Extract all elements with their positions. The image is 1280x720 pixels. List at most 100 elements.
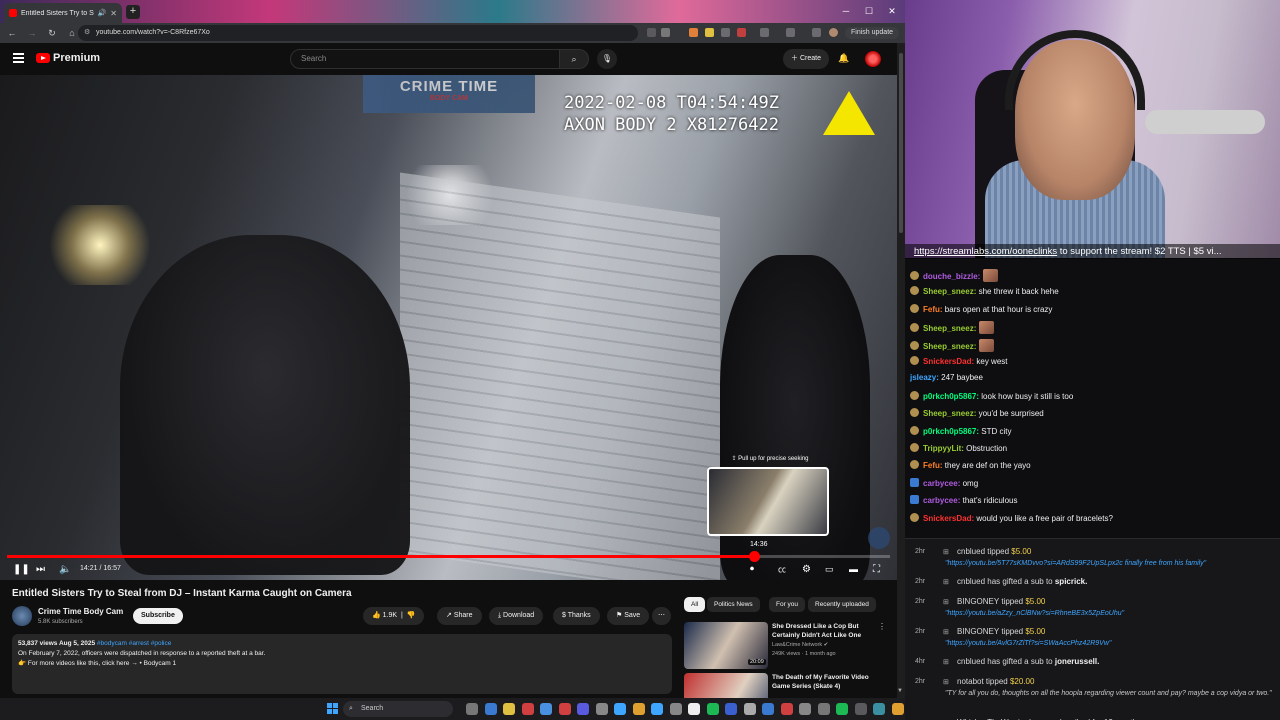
taskbar-app-icon[interactable] bbox=[632, 703, 645, 715]
taskbar-app-icon[interactable] bbox=[669, 703, 682, 715]
more-actions-icon[interactable]: ⋯ bbox=[652, 607, 671, 625]
more-options-icon[interactable]: ⋮ bbox=[878, 622, 886, 631]
volume-icon[interactable]: 🔈 bbox=[59, 564, 71, 575]
subscribe-button[interactable]: Subscribe bbox=[133, 608, 183, 624]
progress-bar[interactable] bbox=[7, 551, 890, 562]
site-info-icon[interactable]: ⚙ bbox=[84, 25, 90, 41]
scroll-down-icon[interactable]: ▼ bbox=[897, 688, 903, 694]
theater-mode-icon[interactable]: ▬ bbox=[849, 564, 858, 574]
close-window-button[interactable]: ✕ bbox=[881, 2, 903, 20]
profile-avatar[interactable] bbox=[829, 28, 838, 37]
save-button[interactable]: ⚑ Save bbox=[607, 607, 650, 625]
extension-icon[interactable] bbox=[737, 28, 746, 37]
chip-all[interactable]: All bbox=[684, 597, 706, 612]
taskbar-app-icon[interactable] bbox=[614, 703, 626, 715]
chip-recently-uploaded[interactable]: Recently uploaded bbox=[808, 597, 876, 612]
forward-icon[interactable]: → bbox=[24, 28, 40, 38]
address-bar[interactable]: ⚙ youtube.com/watch?v=-C8Rfze67Xo bbox=[78, 25, 638, 41]
recommendation-channel[interactable]: Law&Crime Network ✔ bbox=[772, 642, 828, 648]
activity-item[interactable]: ⊞WhiskeyTheWarrior has resubscribed for … bbox=[905, 716, 1280, 720]
recommendation-thumbnail[interactable] bbox=[684, 673, 768, 698]
taskbar-app-icon[interactable] bbox=[521, 703, 534, 715]
channel-watermark[interactable] bbox=[868, 527, 890, 549]
reload-icon[interactable]: ↻ bbox=[44, 28, 60, 39]
user-avatar[interactable] bbox=[865, 51, 881, 67]
taskbar-app-icon[interactable] bbox=[854, 703, 867, 715]
taskbar-app-icon[interactable] bbox=[725, 703, 737, 715]
chat-username[interactable]: p0rkch0p5867: bbox=[923, 392, 979, 401]
sidebar-icon[interactable] bbox=[786, 28, 795, 37]
video-player[interactable]: CRIME TIME BODY CAM 2022-02-08 T04:54:49… bbox=[0, 75, 897, 580]
share-button[interactable]: ↗ Share bbox=[437, 607, 482, 625]
extension-icon[interactable] bbox=[721, 28, 730, 37]
scrollbar-thumb[interactable] bbox=[899, 53, 903, 233]
activity-item[interactable]: 2hr ⊞ notabot tipped $20.00 "TY for all you… bbox=[905, 675, 1280, 705]
chat-username[interactable]: SnickersDad: bbox=[923, 514, 974, 523]
taskbar-app-icon[interactable] bbox=[540, 703, 552, 715]
finish-update-button[interactable]: Finish update bbox=[845, 27, 900, 39]
taskbar-app-icon[interactable] bbox=[595, 703, 608, 715]
taskbar-app-icon[interactable] bbox=[503, 703, 515, 715]
recommendation-title[interactable]: She Dressed Like a Cop But Certainly Did… bbox=[772, 622, 872, 640]
recommendation-title[interactable]: The Death of My Favorite Video Game Seri… bbox=[772, 673, 872, 691]
back-icon[interactable]: ← bbox=[4, 28, 20, 38]
bookmark-star-icon[interactable] bbox=[661, 28, 670, 37]
chat-username[interactable]: carbycee: bbox=[923, 496, 960, 505]
chat-username[interactable]: Sheep_sneez: bbox=[923, 342, 976, 351]
activity-item[interactable]: 2hr ⊞ BINGONEY tipped $5.00 "https://youtu.… bbox=[905, 625, 1280, 655]
tab-active[interactable]: Entitled Sisters Try to Steal 🔊 ✕ bbox=[4, 3, 122, 23]
autoplay-toggle-icon[interactable]: ⏺ bbox=[750, 564, 754, 574]
channel-name[interactable]: Crime Time Body Cam bbox=[38, 607, 123, 616]
taskbar-app-icon[interactable] bbox=[836, 703, 848, 715]
recommendation-item[interactable]: The Death of My Favorite Video Game Seri… bbox=[684, 673, 884, 698]
chat-username[interactable]: Fefu: bbox=[923, 461, 943, 470]
video-description[interactable]: 53,837 views Aug 5, 2025 #bodycam #arres… bbox=[12, 634, 672, 694]
chat-username[interactable]: p0rkch0p5867: bbox=[923, 427, 979, 436]
taskbar-app-icon[interactable] bbox=[873, 703, 885, 715]
menu-icon[interactable] bbox=[13, 53, 24, 63]
notifications-bell-icon[interactable]: 🔔 bbox=[838, 53, 849, 64]
chat-username[interactable]: Fefu: bbox=[923, 305, 943, 314]
pause-icon[interactable]: ❚❚ bbox=[13, 564, 30, 575]
taskbar-app-icon[interactable] bbox=[577, 703, 589, 715]
chat-username[interactable]: jsleazy: bbox=[910, 373, 939, 382]
thanks-button[interactable]: $ Thanks bbox=[553, 607, 600, 625]
taskbar-app-icon[interactable] bbox=[891, 703, 904, 715]
page-scrollbar[interactable] bbox=[897, 43, 905, 698]
audio-icon[interactable]: 🔊 bbox=[98, 9, 107, 17]
activity-item[interactable]: 2hr ⊞ BINGONEY tipped $5.00 "https://youtu.… bbox=[905, 595, 1280, 625]
extension-icon[interactable] bbox=[705, 28, 714, 37]
fullscreen-icon[interactable]: ⛶ bbox=[873, 564, 880, 575]
extension-icon[interactable] bbox=[689, 28, 698, 37]
recommendation-item[interactable]: 20:09 She Dressed Like a Cop But Certain… bbox=[684, 622, 886, 670]
taskbar-app-icon[interactable] bbox=[484, 703, 497, 715]
create-button[interactable]: ＋ Create bbox=[783, 49, 829, 69]
settings-gear-icon[interactable]: ⚙ bbox=[802, 564, 811, 575]
youtube-logo[interactable]: Premium bbox=[36, 52, 100, 64]
channel-avatar[interactable] bbox=[12, 606, 32, 626]
chat-username[interactable]: TrippyyLit: bbox=[923, 444, 964, 453]
taskbar-app-icon[interactable] bbox=[558, 703, 571, 715]
hashtags[interactable]: #bodycam #arrest #police bbox=[97, 640, 171, 647]
maximize-button[interactable]: ☐ bbox=[858, 2, 880, 20]
taskbar-search[interactable]: ⌕ Search bbox=[343, 701, 453, 717]
microphone-icon[interactable]: 🎙 bbox=[597, 49, 617, 69]
taskbar-app-icon[interactable] bbox=[651, 703, 663, 715]
taskbar-app-icon[interactable] bbox=[688, 703, 700, 715]
next-icon[interactable]: ⏭ bbox=[36, 564, 45, 575]
activity-item[interactable]: 2hr ⊞ cnblued tipped $5.00 "https://youtu.b… bbox=[905, 545, 1280, 575]
cast-icon[interactable] bbox=[647, 28, 656, 37]
new-tab-button[interactable]: + bbox=[126, 5, 140, 19]
chat-username[interactable]: douche_bizzle: bbox=[923, 272, 980, 281]
like-button[interactable]: 👍 1.9K | 👎 bbox=[363, 607, 425, 625]
taskbar-app-icon[interactable] bbox=[466, 703, 478, 715]
chat-username[interactable]: SnickersDad: bbox=[923, 357, 974, 366]
captions-icon[interactable]: ㏄ bbox=[778, 564, 786, 575]
search-icon[interactable]: ⌕ bbox=[559, 49, 589, 69]
chat-username[interactable]: carbycee: bbox=[923, 479, 960, 488]
taskbar-app-icon[interactable] bbox=[817, 703, 830, 715]
taskbar-app-icon[interactable] bbox=[743, 703, 756, 715]
search-input[interactable]: Search bbox=[290, 49, 560, 69]
chat-username[interactable]: Sheep_sneez: bbox=[923, 409, 976, 418]
chip-for-you[interactable]: For you bbox=[769, 597, 806, 612]
